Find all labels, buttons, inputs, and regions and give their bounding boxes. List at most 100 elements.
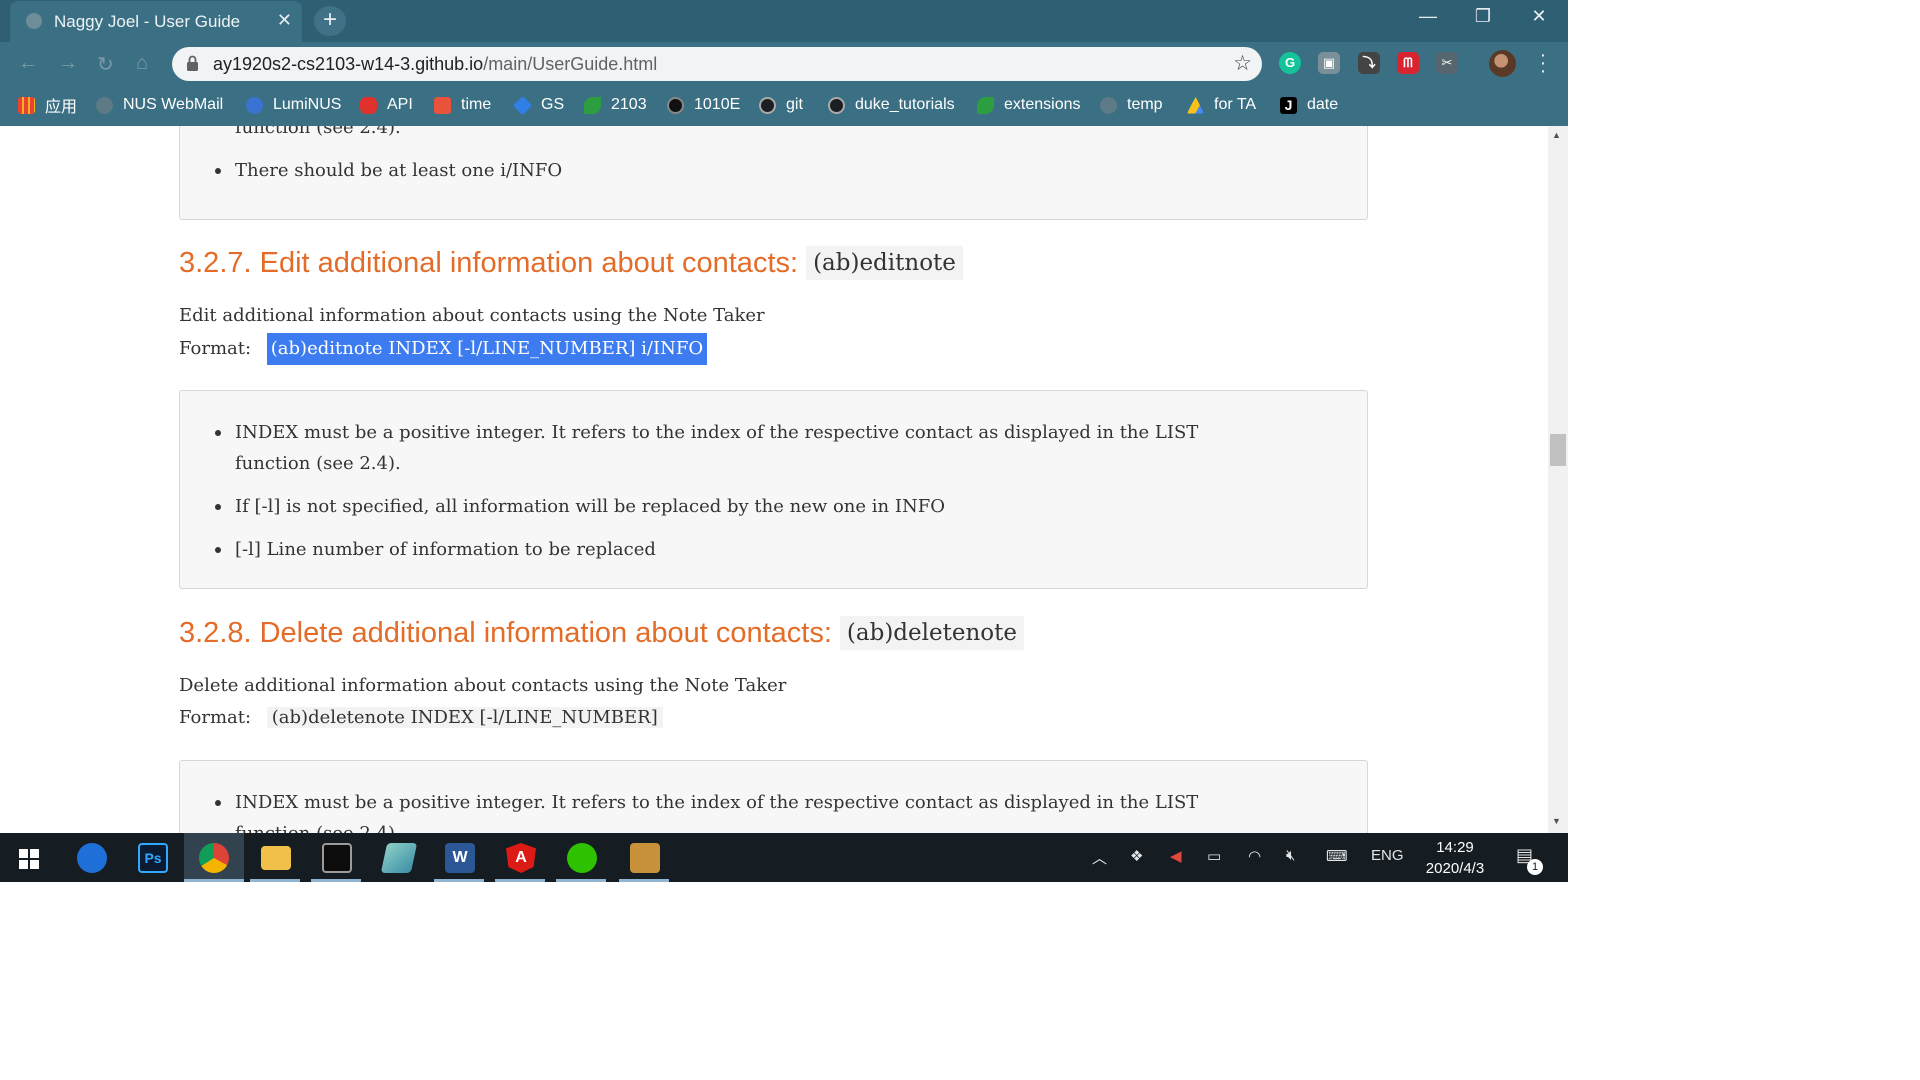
dropbox-icon[interactable]: ❖ <box>1130 847 1143 865</box>
bookmark-label: GS <box>541 96 565 113</box>
bookmark-api[interactable]: API <box>360 94 413 116</box>
pdf-icon[interactable]: ⤵ <box>1358 52 1380 74</box>
keyboard-icon[interactable]: ⌨ <box>1326 847 1348 865</box>
bookmark-duke-tutorials[interactable]: duke_tutorials <box>828 94 955 116</box>
scroll-down-icon[interactable]: ▼ <box>1552 816 1561 826</box>
grammarly-icon[interactable]: G <box>1279 52 1301 74</box>
heading-code: (ab)editnote <box>806 246 963 280</box>
page-scrollbar[interactable]: ▲ ▼ <box>1548 126 1568 833</box>
speaker-app-icon[interactable]: ◀ <box>1170 847 1182 865</box>
google-drive-icon <box>1187 96 1204 114</box>
bookmark-gs[interactable]: GS <box>512 94 565 116</box>
bookmark-luminus[interactable]: LumiNUS <box>246 94 341 116</box>
heading-code: (ab)deletenote <box>839 616 1024 650</box>
wechat-icon[interactable] <box>567 843 597 873</box>
notes-app-icon[interactable] <box>380 843 418 873</box>
browser-titlebar: Naggy Joel - User Guide ✕ + — ❐ ✕ <box>0 0 1568 42</box>
apps-grid-icon <box>18 96 35 114</box>
windows-taskbar: Ps W A ︿ ❖ ◀ ▭ ◠ 🔇︎ ⌨ ENG 14:29 2020/4/3… <box>0 833 1568 882</box>
bookmark-label: 1010E <box>694 96 741 113</box>
bookmark-temp[interactable]: temp <box>1100 94 1163 116</box>
bullet-text: function (see 2.4). <box>235 818 401 833</box>
extension-icon[interactable]: ▣ <box>1318 52 1340 74</box>
language-indicator[interactable]: ENG <box>1371 847 1404 864</box>
bookmark-apps[interactable]: 应用 <box>18 94 77 116</box>
heading-text: 3.2.8. Delete additional information abo… <box>179 617 832 649</box>
page-content[interactable]: function (see 2.4). There should be at l… <box>0 126 1548 833</box>
bookmark-date[interactable]: J date <box>1280 94 1338 116</box>
green-leaf-icon <box>977 96 994 114</box>
bullet-text: function (see 2.4). <box>235 126 401 138</box>
terminal-icon[interactable] <box>322 843 352 873</box>
bookmark-label: duke_tutorials <box>855 96 955 113</box>
bookmark-git[interactable]: git <box>759 94 803 116</box>
bookmark-2103[interactable]: 2103 <box>584 94 647 116</box>
format-code: (ab)deletenote INDEX [-l/LINE_NUMBER] <box>266 707 663 728</box>
format-label: Format: <box>179 338 252 359</box>
bookmark-star-icon[interactable]: ☆ <box>1233 51 1252 76</box>
bookmark-1010e[interactable]: 1010E <box>667 94 740 116</box>
lock-icon <box>187 55 198 71</box>
selected-format-code[interactable]: (ab)editnote INDEX [-l/LINE_NUMBER] i/IN… <box>266 333 708 365</box>
bookmark-time[interactable]: time <box>434 94 491 116</box>
bullet-text: INDEX must be a positive integer. It ref… <box>235 792 1199 813</box>
bookmark-label: date <box>1307 96 1339 113</box>
bookmark-label: API <box>387 96 413 113</box>
reload-icon[interactable]: ↻ <box>97 52 114 77</box>
section-description: Edit additional information about contac… <box>179 305 765 326</box>
windows-start-icon[interactable] <box>19 849 39 869</box>
close-tab-icon[interactable]: ✕ <box>277 10 292 31</box>
profile-avatar[interactable] <box>1489 50 1516 77</box>
scrollbar-thumb[interactable] <box>1550 434 1566 466</box>
bullet-text: There should be at least one i/INFO <box>235 160 563 181</box>
forward-icon[interactable]: → <box>58 52 78 75</box>
notes-box: function (see 2.4). There should be at l… <box>179 126 1368 220</box>
format-line: Format: (ab)deletenote INDEX [-l/LINE_NU… <box>179 707 663 728</box>
section-heading-3-2-7[interactable]: 3.2.7. Edit additional information about… <box>179 246 963 280</box>
new-tab-button[interactable]: + <box>314 6 346 36</box>
browser-tab[interactable]: Naggy Joel - User Guide ✕ <box>10 1 302 42</box>
taskbar-running-indicator <box>311 879 361 882</box>
clock-date: 2020/4/3 <box>1425 860 1485 877</box>
word-icon[interactable]: W <box>445 843 475 873</box>
file-explorer-icon[interactable] <box>261 846 291 870</box>
bullet-text: function (see 2.4). <box>235 453 401 474</box>
photoshop-icon[interactable]: Ps <box>138 843 168 873</box>
browser-toolbar: ← → ↻ ⌂ ay1920s2-cs2103-w14-3.github.io/… <box>0 42 1568 86</box>
bullet-text: If [-l] is not specified, all informatio… <box>235 496 945 517</box>
back-icon[interactable]: ← <box>18 52 38 75</box>
close-window-icon[interactable]: ✕ <box>1524 6 1554 27</box>
bookmark-label: NUS WebMail <box>123 96 224 113</box>
green-leaf-icon <box>584 96 601 114</box>
scroll-up-icon[interactable]: ▲ <box>1552 130 1561 140</box>
minimize-icon[interactable]: — <box>1413 6 1443 27</box>
restore-icon[interactable]: ❐ <box>1468 6 1498 27</box>
bookmark-label: extensions <box>1004 96 1081 113</box>
taskbar-running-indicator <box>184 879 244 882</box>
bullet-dot <box>215 547 221 553</box>
menu-dots-icon[interactable]: · · · <box>1538 45 1548 81</box>
section-heading-3-2-8[interactable]: 3.2.8. Delete additional information abo… <box>179 616 1024 650</box>
address-bar[interactable]: ay1920s2-cs2103-w14-3.github.io/main/Use… <box>172 47 1262 81</box>
battery-icon[interactable]: ▭ <box>1207 847 1221 865</box>
bookmark-label: git <box>786 96 803 113</box>
angular-icon[interactable]: A <box>506 843 536 873</box>
section-description: Delete additional information about cont… <box>179 675 787 696</box>
url-text: ay1920s2-cs2103-w14-3.github.io/main/Use… <box>213 54 658 74</box>
maps-pin-icon[interactable] <box>77 843 107 873</box>
volume-muted-icon[interactable]: 🔇︎ <box>1286 847 1295 864</box>
bookmark-nus-webmail[interactable]: NUS WebMail <box>96 94 223 116</box>
screenshot-extension-icon[interactable]: ✂ <box>1436 52 1458 74</box>
mendeley-icon[interactable]: ᗰ <box>1397 52 1419 74</box>
github-icon <box>828 96 845 114</box>
bookmark-for-ta[interactable]: for TA <box>1187 94 1256 116</box>
luminus-icon <box>246 96 263 114</box>
taskbar-clock[interactable]: 14:29 2020/4/3 <box>1410 837 1500 879</box>
bookmark-label: LumiNUS <box>273 96 342 113</box>
chrome-icon[interactable] <box>199 843 229 873</box>
contacts-app-icon[interactable] <box>630 843 660 873</box>
bookmark-extensions[interactable]: extensions <box>977 94 1081 116</box>
tray-chevron-icon[interactable]: ︿ <box>1092 847 1107 868</box>
wifi-icon[interactable]: ◠ <box>1248 847 1261 865</box>
home-icon[interactable]: ⌂ <box>136 52 148 75</box>
